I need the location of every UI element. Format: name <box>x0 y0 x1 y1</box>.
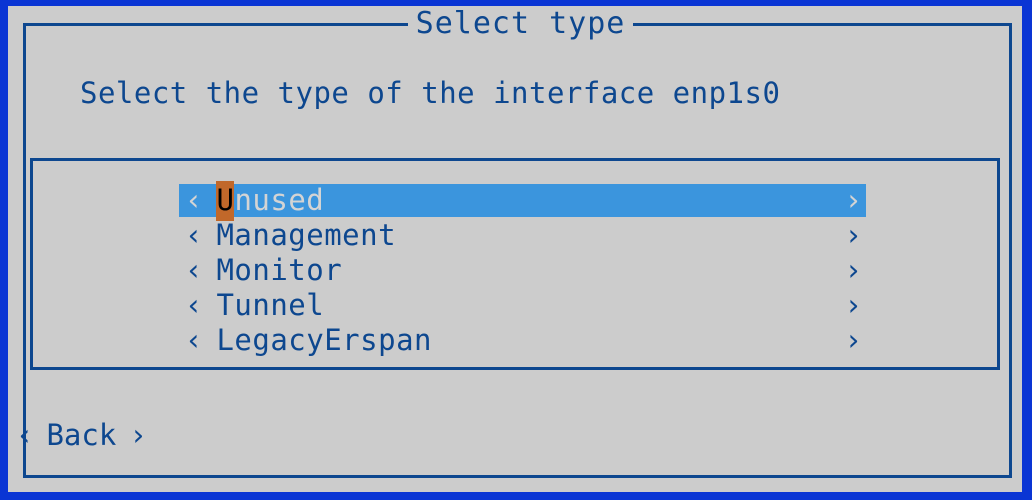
chevron-right-icon[interactable]: › <box>845 289 862 322</box>
chevron-left-icon[interactable]: ‹ <box>185 184 202 217</box>
terminal-cursor: U <box>216 181 235 221</box>
chevron-right-icon[interactable]: › <box>845 254 862 287</box>
chevron-left-icon[interactable]: ‹ <box>185 254 202 287</box>
list-item-tunnel[interactable]: ‹ Tunnel › <box>179 289 866 322</box>
list-item-label-rest: nused <box>234 183 325 217</box>
prompt-text: Select the type of the interface enp1s0 <box>80 76 781 110</box>
dialog-frame-left <box>23 23 26 478</box>
list-item-label: LegacyErspan <box>216 323 432 357</box>
list-item-monitor[interactable]: ‹ Monitor › <box>179 254 866 287</box>
back-button[interactable]: ‹ Back › <box>16 418 147 452</box>
chevron-right-icon[interactable]: › <box>845 184 862 217</box>
interface-type-listbox: ‹ Unused › ‹ Management › ‹ Monitor › ‹ … <box>30 158 1000 370</box>
dialog-frame-top-right <box>633 23 1012 26</box>
interface-type-list: ‹ Unused › ‹ Management › ‹ Monitor › ‹ … <box>33 161 997 367</box>
list-item-legacyerspan[interactable]: ‹ LegacyErspan › <box>179 324 866 357</box>
terminal-screen: Select type Select the type of the inter… <box>0 0 1032 500</box>
chevron-left-icon[interactable]: ‹ <box>185 219 202 252</box>
list-item-label: Tunnel <box>216 288 325 322</box>
back-button-label: Back <box>46 418 117 452</box>
dialog-frame-right <box>1009 23 1012 478</box>
chevron-left-icon[interactable]: ‹ <box>185 324 202 357</box>
chevron-left-icon[interactable]: ‹ <box>185 289 202 322</box>
list-item-unused[interactable]: ‹ Unused › <box>179 181 866 221</box>
chevron-left-icon: ‹ <box>16 417 34 452</box>
dialog-frame-bottom <box>23 475 1012 478</box>
select-type-dialog: Select type Select the type of the inter… <box>8 6 1022 492</box>
list-item-label: Management <box>216 218 397 252</box>
list-item-label: Unused <box>216 181 325 221</box>
dialog-title: Select type <box>408 8 633 40</box>
list-item-management[interactable]: ‹ Management › <box>179 219 866 252</box>
chevron-right-icon[interactable]: › <box>845 324 862 357</box>
list-item-label: Monitor <box>216 253 343 287</box>
chevron-right-icon: › <box>129 417 147 452</box>
dialog-frame-top-left <box>23 23 408 26</box>
chevron-right-icon[interactable]: › <box>845 219 862 252</box>
